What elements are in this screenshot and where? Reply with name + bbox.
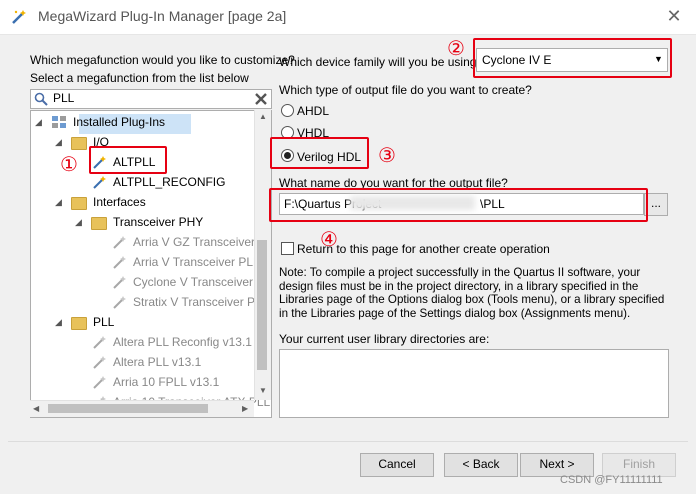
horizontal-scroll-thumb[interactable] <box>48 404 208 413</box>
tree-label: Arria 10 FPLL v13.1 <box>113 375 220 389</box>
expand-arrow-icon[interactable]: ◢ <box>35 112 45 132</box>
magic-wand-icon <box>93 176 106 189</box>
annotation-number-2: ② <box>447 36 465 60</box>
expand-arrow-icon[interactable]: ◢ <box>55 312 65 332</box>
close-button[interactable]: ✕ <box>652 0 696 34</box>
tree-label: Arria V Transceiver PLL v13.1 <box>133 255 271 269</box>
back-button[interactable]: < Back <box>444 453 518 477</box>
window-title: MegaWizard Plug-In Manager [page 2a] <box>38 8 287 24</box>
tree-label: Altera PLL Reconfig v13.1 <box>113 335 252 349</box>
annotation-box-altpll <box>89 146 167 174</box>
scroll-right-icon[interactable]: ▶ <box>242 404 248 413</box>
magic-wand-icon <box>93 376 106 389</box>
select-instruction: Select a megafunction from the list belo… <box>30 71 249 85</box>
folder-icon <box>71 197 87 210</box>
library-dirs-list[interactable] <box>279 349 669 418</box>
magic-wand-icon <box>93 336 106 349</box>
tree-label: Altera PLL v13.1 <box>113 355 202 369</box>
tree-label: Transceiver PHY <box>113 215 204 229</box>
watermark-text: CSDN @FY11111111 <box>560 474 663 486</box>
wizard-app-icon <box>12 10 26 24</box>
magic-wand-icon <box>113 296 126 309</box>
annotation-number-4: ④ <box>320 227 338 251</box>
ahdl-radio[interactable] <box>281 104 294 117</box>
magic-wand-icon <box>93 356 106 369</box>
output-type-question: Which type of output file do you want to… <box>279 83 532 97</box>
folder-icon <box>71 317 87 330</box>
magic-wand-icon <box>113 256 126 269</box>
expand-arrow-icon[interactable]: ◢ <box>55 192 65 212</box>
return-to-page-checkbox[interactable] <box>281 242 294 255</box>
tree-label: Interfaces <box>93 195 146 209</box>
magic-wand-icon <box>113 236 126 249</box>
search-box[interactable] <box>30 89 272 109</box>
folder-icon <box>91 217 107 230</box>
button-separator <box>8 441 688 442</box>
annotation-box-device-family <box>473 38 672 78</box>
expand-arrow-icon[interactable]: ◢ <box>75 212 85 232</box>
compile-note: Note: To compile a project successfully … <box>279 266 665 320</box>
annotation-number-3: ③ <box>378 143 396 167</box>
library-dirs-label: Your current user library directories ar… <box>279 332 490 346</box>
annotation-number-1: ① <box>60 152 78 176</box>
megafunction-question: Which megafunction would you like to cus… <box>30 53 295 67</box>
tree-label: ALTPLL_RECONFIG <box>113 175 226 189</box>
search-icon <box>34 92 48 106</box>
tree-label: Cyclone V Transceiver PLL v13.1 <box>133 275 271 289</box>
tree-label: Stratix V Transceiver PLL v13.1 <box>133 295 271 309</box>
tree-label: Installed Plug-Ins <box>73 115 166 129</box>
clear-search-icon[interactable] <box>253 91 269 107</box>
scroll-up-icon[interactable]: ▲ <box>259 112 267 121</box>
cancel-button[interactable]: Cancel <box>360 453 434 477</box>
tree-label: Arria V GZ Transceiver PLL v13.1 <box>133 235 271 249</box>
plugins-grid-icon <box>52 116 66 128</box>
annotation-box-verilog <box>270 137 369 169</box>
tree-label: PLL <box>93 315 115 329</box>
folder-icon <box>71 137 87 150</box>
vertical-scroll-thumb[interactable] <box>257 240 267 370</box>
annotation-box-output-file <box>269 188 648 222</box>
scroll-down-icon[interactable]: ▼ <box>259 386 267 395</box>
magic-wand-icon <box>113 276 126 289</box>
ahdl-label[interactable]: AHDL <box>297 104 329 118</box>
search-input[interactable] <box>53 91 243 105</box>
expand-arrow-icon[interactable]: ◢ <box>55 132 65 152</box>
scroll-left-icon[interactable]: ◀ <box>33 404 39 413</box>
